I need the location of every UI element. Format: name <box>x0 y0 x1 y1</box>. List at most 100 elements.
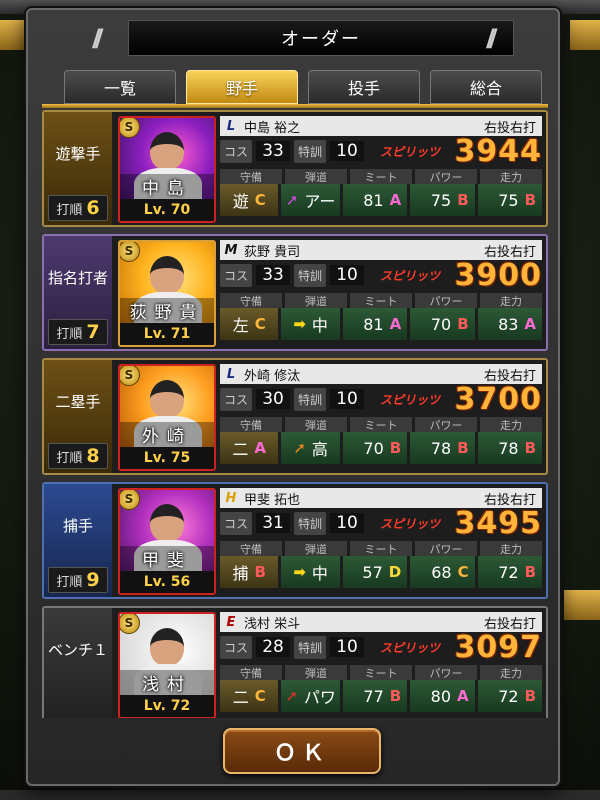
player-card[interactable]: S 外崎 Lv. 75 <box>118 364 216 471</box>
player-card[interactable]: S 甲斐 Lv. 56 <box>118 488 216 595</box>
training-value: 10 <box>330 637 365 657</box>
batting-order: 打順 8 <box>48 443 108 469</box>
meet-cell: 70 B <box>342 432 408 464</box>
eagles-logo-icon: E <box>226 614 236 630</box>
speed-header: 走力 <box>480 169 542 184</box>
power-cell: 70 B <box>410 308 475 340</box>
speed-cell: 72 B <box>477 680 543 712</box>
player-card-name: 甲斐 <box>120 546 214 571</box>
title-decoration-icon: // <box>486 24 497 52</box>
player-row[interactable]: 捕手 打順 9 S 甲斐 Lv. 56 H 甲斐 拓也 右投右打 コス 31 特… <box>42 482 548 599</box>
power-header: パワー <box>415 665 477 680</box>
position-label: 遊撃手 <box>55 145 101 163</box>
batting-order-number: 6 <box>86 197 100 219</box>
speed-value: 72 <box>498 562 519 582</box>
dialog-title: オーダー <box>128 20 514 56</box>
ability-values: 遊 C ➚ アー 81 A 75 B 75 B <box>220 184 543 216</box>
meet-header: ミート <box>350 417 412 432</box>
player-level: Lv. 72 <box>120 695 214 717</box>
defense-header: 守備 <box>220 541 282 556</box>
player-level: Lv. 70 <box>120 199 214 221</box>
rarity-s-badge-icon: S <box>120 242 140 262</box>
speed-header: 走力 <box>480 541 542 556</box>
spirits-value: 3944 <box>454 133 542 169</box>
cost-line: コス 28 特訓 10 スピリッツ 3097 <box>220 630 542 665</box>
player-card-name: 浅村 <box>120 670 214 695</box>
player-row[interactable]: ベンチ１ 打順 S 浅村 Lv. 72 E 浅村 栄斗 右投右打 コス 28 <box>42 606 548 718</box>
cost-value: 31 <box>256 513 291 533</box>
speed-grade: B <box>524 687 537 705</box>
power-value: 70 <box>430 314 452 334</box>
speed-grade: B <box>524 439 537 457</box>
meet-header: ミート <box>350 293 412 308</box>
batting-order: 打順 9 <box>48 567 108 593</box>
speed-cell: 72 B <box>477 556 543 588</box>
batting-order-label: 打順 <box>56 202 83 218</box>
player-row[interactable]: 指名打者 打順 7 S 荻野貴 Lv. 71 M 荻野 貴司 右投右打 コス 3… <box>42 234 548 351</box>
defense-position: 二 <box>232 688 249 707</box>
spirits-value: 3700 <box>454 381 542 417</box>
meet-grade: B <box>389 439 402 457</box>
ok-button[interactable]: ＯＫ <box>223 728 381 774</box>
power-header: パワー <box>415 293 477 308</box>
defense-header: 守備 <box>220 169 282 184</box>
defense-cell: 捕 B <box>220 556 279 588</box>
speed-value: 83 <box>498 314 519 334</box>
meet-value: 81 <box>363 314 384 334</box>
defense-position: 左 <box>232 316 249 335</box>
background-decoration <box>570 20 600 50</box>
meet-cell: 77 B <box>342 680 408 712</box>
ability-header: 守備 弾道 ミート パワー 走力 <box>220 541 542 556</box>
meet-cell: 81 A <box>342 308 408 340</box>
power-grade: B <box>457 439 469 457</box>
training-value: 10 <box>330 141 365 161</box>
batting-order: 打順 6 <box>48 195 108 221</box>
spirits-value: 3900 <box>454 257 542 293</box>
speed-header: 走力 <box>480 293 542 308</box>
tab-overall[interactable]: 総合 <box>430 70 542 104</box>
rarity-s-badge-icon: S <box>120 614 140 634</box>
player-card[interactable]: S 荻野貴 Lv. 71 <box>118 240 216 347</box>
tab-pitchers[interactable]: 投手 <box>308 70 420 104</box>
player-row[interactable]: 遊撃手 打順 6 S 中島 Lv. 70 L 中島 裕之 右投右打 コス 33 <box>42 110 548 227</box>
player-list[interactable]: 遊撃手 打順 6 S 中島 Lv. 70 L 中島 裕之 右投右打 コス 33 <box>42 110 548 718</box>
player-card[interactable]: S 浅村 Lv. 72 <box>118 612 216 718</box>
speed-cell: 75 B <box>477 184 543 216</box>
meet-header: ミート <box>350 541 412 556</box>
player-level: Lv. 56 <box>120 571 214 593</box>
position-label: 指名打者 <box>47 269 108 287</box>
player-info: L 中島 裕之 右投右打 コス 33 特訓 10 スピリッツ 3944 守備 弾… <box>220 116 543 223</box>
batting-order-label: 打順 <box>56 574 83 590</box>
cost-label: コス <box>220 511 253 535</box>
tab-list[interactable]: 一覧 <box>64 70 176 104</box>
training-value: 10 <box>330 389 365 409</box>
speed-grade: A <box>524 315 537 333</box>
player-card[interactable]: S 中島 Lv. 70 <box>118 116 216 223</box>
defense-cell: 二 A <box>220 432 279 464</box>
rarity-s-badge-icon: S <box>120 118 140 138</box>
power-cell: 68 C <box>410 556 475 588</box>
meet-value: 70 <box>363 438 384 458</box>
power-cell: 75 B <box>410 184 475 216</box>
trajectory-value: 中 <box>311 316 328 335</box>
defense-cell: 遊 C <box>220 184 279 216</box>
trajectory-header: 弾道 <box>285 665 347 680</box>
position-panel: 指名打者 打順 7 <box>44 236 112 349</box>
ability-header: 守備 弾道 ミート パワー 走力 <box>220 293 542 308</box>
player-head-shape <box>150 504 184 542</box>
trajectory-header: 弾道 <box>285 541 347 556</box>
trajectory-arrow-icon: ➚ <box>285 687 298 705</box>
position-panel: ベンチ１ 打順 <box>44 608 112 718</box>
cost-line: コス 30 特訓 10 スピリッツ 3700 <box>220 382 542 417</box>
player-info: L 外崎 修汰 右投右打 コス 30 特訓 10 スピリッツ 3700 守備 弾… <box>220 364 543 471</box>
order-dialog: // オーダー // 一覧 野手 投手 総合 遊撃手 打順 6 S 中島 Lv.… <box>26 8 560 786</box>
player-head-shape <box>150 256 184 294</box>
meet-grade: D <box>388 563 402 581</box>
player-row[interactable]: 二塁手 打順 8 S 外崎 Lv. 75 L 外崎 修汰 右投右打 コス 30 <box>42 358 548 475</box>
training-value: 10 <box>330 265 365 285</box>
meet-cell: 81 A <box>342 184 408 216</box>
meet-cell: 57 D <box>342 556 408 588</box>
bottom-bar <box>0 790 600 800</box>
batting-order-label: 打順 <box>56 450 83 466</box>
tab-fielders[interactable]: 野手 <box>186 70 298 104</box>
